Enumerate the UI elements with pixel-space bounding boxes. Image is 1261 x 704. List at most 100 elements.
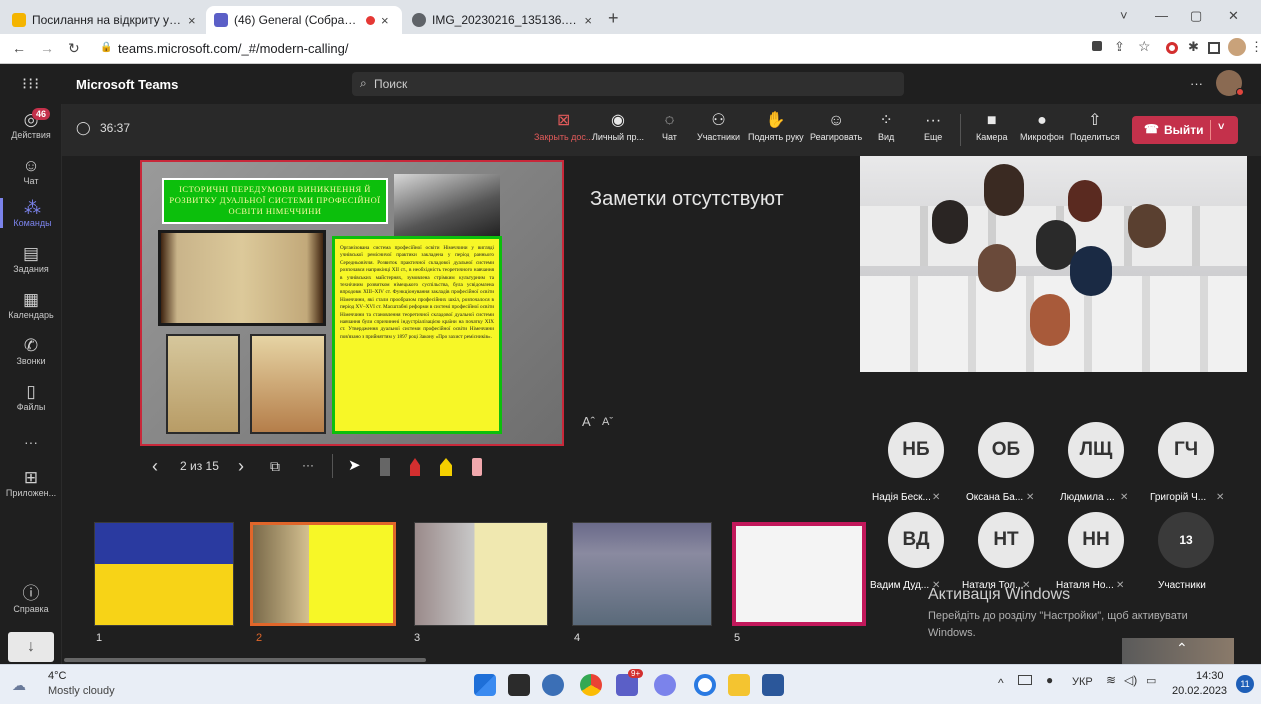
prev-slide-button[interactable]: ‹ [152,456,158,477]
eraser-icon[interactable] [380,458,390,476]
word-icon[interactable] [762,674,784,696]
close-tab-icon[interactable]: × [381,13,389,28]
forward-icon[interactable]: → [40,40,54,56]
red-pen-icon[interactable] [410,458,420,476]
font-increase-button[interactable]: Aˆ [582,414,595,429]
self-view-video[interactable]: ⌃ [1122,638,1234,664]
reload-icon[interactable]: ↻ [68,40,80,57]
teams-chat-icon[interactable] [654,674,676,696]
slide-thumbnail[interactable] [732,522,866,626]
opera-extension-icon[interactable] [1166,42,1178,54]
side-panel-icon[interactable] [1208,42,1220,54]
language-indicator[interactable]: УКР [1072,676,1093,688]
rail-item-apps[interactable]: ⊞ Приложен... [0,468,62,498]
rail-item-more[interactable]: ··· [0,434,62,450]
next-slide-button[interactable]: › [238,456,244,477]
minimize-button[interactable]: — [1155,8,1168,23]
view-button[interactable]: ⁘ Вид [878,110,894,142]
participant-video[interactable] [860,156,1247,372]
more-options-icon[interactable]: ··· [1190,76,1203,91]
slide-thumbnail[interactable] [94,522,234,626]
participant-avatar[interactable]: ВД [888,512,944,568]
chrome-icon[interactable] [580,674,602,696]
font-decrease-button[interactable]: Aˇ [602,416,613,428]
participant-avatar[interactable]: НТ [978,512,1034,568]
battery-icon[interactable]: ▭ [1146,674,1156,687]
file-explorer-icon[interactable] [728,674,750,696]
rail-item-files[interactable]: ▯ Файлы [0,382,62,412]
weather-temp[interactable]: 4°C [48,670,66,682]
browser-tab[interactable]: IMG_20230216_135136.pdf × [404,6,600,34]
react-button[interactable]: ☺ Реагировать [810,110,862,142]
participant-avatar[interactable]: ГЧ [1158,422,1214,478]
back-icon[interactable]: ← [12,40,26,56]
mic-icon[interactable]: ● [1046,673,1053,687]
chevron-up-icon[interactable]: ⌃ [1176,640,1188,657]
volume-icon[interactable]: ◁) [1124,673,1137,687]
weather-desc[interactable]: Mostly cloudy [48,685,115,697]
rail-item-help[interactable]: ⓘ Справка [0,584,62,614]
rail-item-teams[interactable]: ⁂ Команды [0,198,62,228]
yellow-highlighter-icon[interactable] [440,458,452,476]
slide-thumbnail[interactable] [572,522,712,626]
zoom-icon[interactable] [542,674,564,696]
camera-button[interactable]: ■ Камера [976,110,1007,142]
browser-tab[interactable]: Посилання на відкриту управлі × [4,6,204,34]
chat-button[interactable]: ◌ Чат [662,110,677,142]
start-icon[interactable] [474,674,496,696]
share-button[interactable]: ⇧ Поделиться [1070,110,1120,142]
rail-item-calendar[interactable]: ▦ Календарь [0,290,62,320]
download-icon[interactable]: ↓ [8,632,54,662]
rail-item-calls[interactable]: ✆ Звонки [0,336,62,366]
show-hidden-icons[interactable]: ^ [998,676,1004,690]
leave-button[interactable]: ☎ Выйти ˅ [1132,116,1238,144]
notification-badge[interactable]: 11 [1236,675,1254,693]
slide-thumbnail-active[interactable] [250,522,396,626]
slide-thumbnail[interactable] [414,522,548,626]
clock-date[interactable]: 20.02.2023 [1172,685,1227,697]
slides-grid-icon[interactable]: ⧉ [270,458,280,475]
close-tab-icon[interactable]: × [188,13,196,28]
camera-indicator-icon[interactable] [1092,41,1102,51]
participants-button[interactable]: ⚇ Участники [697,110,740,142]
more-actions-button[interactable]: ··· Еще [924,110,942,142]
new-tab-button[interactable]: + [608,8,619,29]
pink-marker-icon[interactable] [472,458,482,476]
rail-item-chat[interactable]: ☺ Чат [0,156,62,186]
close-window-button[interactable]: ✕ [1228,8,1239,24]
profile-avatar[interactable] [1228,38,1246,56]
url-field[interactable]: teams.microsoft.com/_#/modern-calling/ [118,41,348,56]
search-input[interactable]: Поиск [374,77,407,91]
cortana-icon[interactable] [694,674,716,696]
bookmark-star-icon[interactable]: ☆ [1138,38,1151,55]
raise-hand-button[interactable]: ✋ Поднять руку [748,110,804,142]
app-launcher-icon[interactable]: ⁝⁝⁝ [22,74,40,94]
maximize-button[interactable]: ▢ [1190,8,1202,24]
task-view-icon[interactable] [508,674,530,696]
extensions-icon[interactable]: ✱ [1188,39,1199,55]
browser-tab-active[interactable]: (46) General (Собрание) | M × [206,6,402,34]
thumbnail-scrollbar[interactable] [64,658,426,662]
search-box[interactable]: ⌕ Поиск [352,72,904,96]
more-options-icon[interactable]: ··· [302,458,314,472]
share-page-icon[interactable]: ⇪ [1114,39,1125,55]
pointer-icon[interactable]: ➤ [348,456,361,474]
browser-menu-icon[interactable]: ⋮ [1250,39,1261,55]
wifi-icon[interactable]: ≋ [1106,673,1116,687]
participants-count-button[interactable]: 13 [1158,512,1214,568]
clock-time[interactable]: 14:30 [1196,670,1224,682]
participant-avatar[interactable]: ОБ [978,422,1034,478]
tab-search-icon[interactable]: ˅ [1120,8,1128,23]
close-tab-icon[interactable]: × [584,13,592,28]
private-view-button[interactable]: ◉ Личный пр... [592,110,644,142]
rail-item-activity[interactable]: ◎ 46 Действия [0,108,62,140]
stop-sharing-button[interactable]: ⊠ Закрыть дос... [534,110,593,142]
participant-avatar[interactable]: ЛЩ [1068,422,1124,478]
participant-avatar[interactable]: НБ [888,422,944,478]
rail-item-assignments[interactable]: ▤ Задания [0,244,62,274]
participant-avatar[interactable]: НН [1068,512,1124,568]
keyboard-icon[interactable] [1018,675,1032,685]
mic-button[interactable]: ● Микрофон [1020,110,1064,142]
meeting-controls-bar: ◯ 36:37 ⊠ Закрыть дос... ◉ Личный пр... … [62,104,1261,156]
chevron-down-icon[interactable]: ˅ [1218,121,1224,133]
